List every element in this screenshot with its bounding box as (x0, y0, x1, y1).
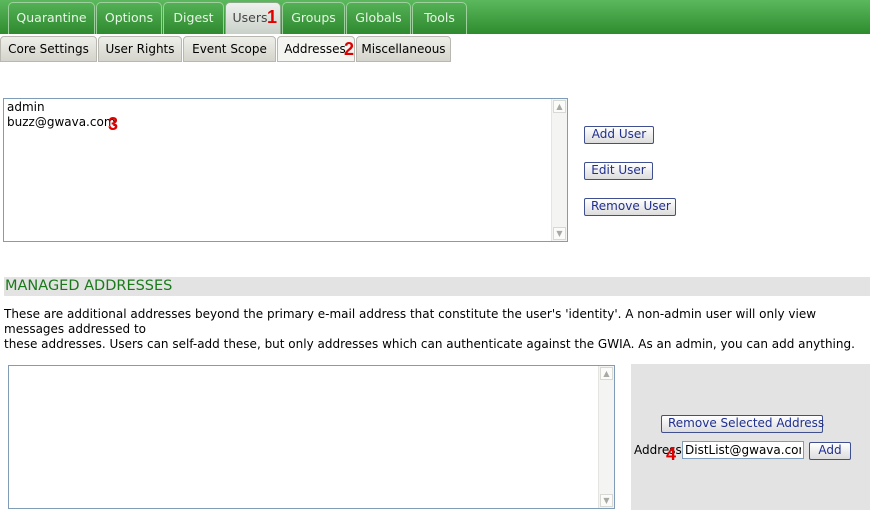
tab-options[interactable]: Options (96, 2, 162, 34)
scroll-up-arrow-icon[interactable]: ▲ (600, 367, 613, 380)
users-listbox[interactable]: admin buzz@gwava.com ▲ ▼ (3, 98, 568, 242)
edit-user-button[interactable]: Edit User (584, 162, 653, 180)
scroll-up-arrow-icon[interactable]: ▲ (553, 100, 566, 113)
remove-user-button[interactable]: Remove User (584, 198, 676, 216)
address-actions-panel (631, 364, 870, 510)
subtab-miscellaneous[interactable]: Miscellaneous (356, 36, 451, 62)
main-tab-bar: Quarantine Options Digest Users Groups G… (0, 0, 870, 34)
tab-tools[interactable]: Tools (412, 2, 467, 34)
scroll-down-arrow-icon[interactable]: ▼ (600, 494, 613, 507)
tab-globals[interactable]: Globals (346, 2, 411, 34)
managed-list-scrollbar[interactable]: ▲ ▼ (598, 366, 614, 508)
subtab-user-rights[interactable]: User Rights (98, 36, 182, 62)
description-line: these addresses. Users can self-add thes… (4, 337, 855, 351)
section-title: MANAGED ADDRESSES (5, 278, 173, 294)
tab-digest[interactable]: Digest (163, 2, 224, 34)
users-list-scrollbar[interactable]: ▲ ▼ (551, 99, 567, 241)
add-user-button[interactable]: Add User (584, 126, 654, 144)
address-input[interactable] (682, 441, 804, 459)
description-line: These are additional addresses beyond th… (4, 307, 817, 336)
managed-addresses-description: These are additional addresses beyond th… (4, 307, 870, 352)
subtab-core-settings[interactable]: Core Settings (0, 36, 97, 62)
user-list-item[interactable]: admin (5, 100, 116, 115)
tab-groups[interactable]: Groups (282, 2, 345, 34)
tab-users-label: Users (232, 10, 268, 25)
remove-selected-address-button[interactable]: Remove Selected Address (661, 415, 824, 433)
annotation-marker-2: 2 (344, 39, 355, 59)
annotation-marker-4: 4 (666, 444, 677, 464)
tab-quarantine[interactable]: Quarantine (8, 2, 95, 34)
subtab-addresses-label: Addresses (284, 42, 346, 56)
scroll-down-arrow-icon[interactable]: ▼ (553, 227, 566, 240)
user-list-item[interactable]: buzz@gwava.com (5, 115, 116, 130)
managed-addresses-header: MANAGED ADDRESSES (4, 277, 870, 296)
add-address-button[interactable]: Add (809, 442, 851, 460)
managed-addresses-listbox[interactable]: ▲ ▼ (8, 365, 615, 509)
subtab-event-scope[interactable]: Event Scope (183, 36, 276, 62)
annotation-marker-1: 1 (267, 7, 278, 27)
annotation-marker-3: 3 (108, 114, 119, 134)
